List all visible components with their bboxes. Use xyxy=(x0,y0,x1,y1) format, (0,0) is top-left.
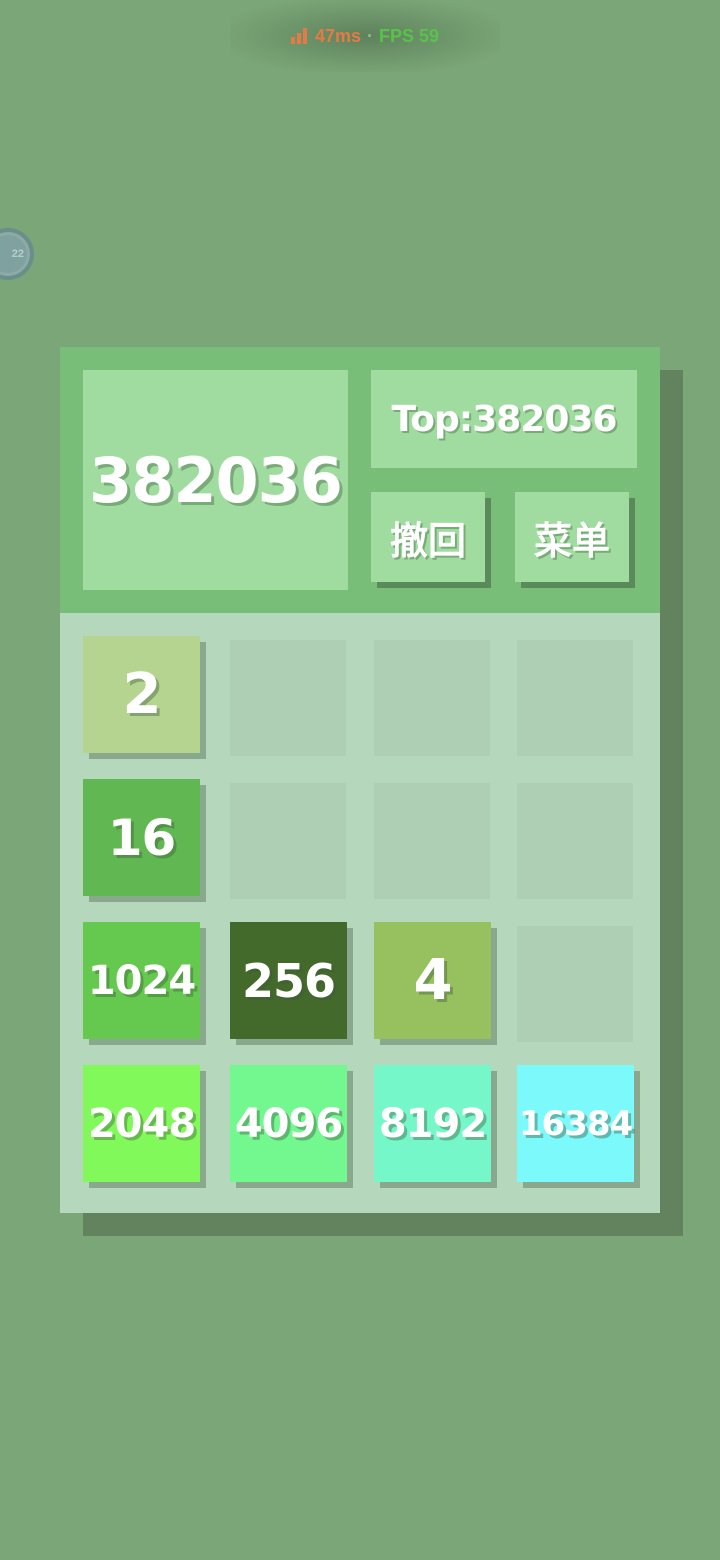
tile-value: 16384 xyxy=(518,1103,633,1144)
performance-overlay: 47ms · FPS 59 xyxy=(230,0,500,72)
menu-button[interactable]: 菜单 xyxy=(515,492,629,582)
empty-cell xyxy=(517,640,633,756)
tile-16: 16 xyxy=(83,779,200,896)
empty-cell xyxy=(374,640,490,756)
tile-value: 8192 xyxy=(378,1100,487,1147)
floating-assistant-bubble[interactable]: 22 xyxy=(0,228,34,280)
tile-value: 1024 xyxy=(87,957,196,1004)
tile-4096: 4096 xyxy=(230,1065,347,1182)
tile-16384: 16384 xyxy=(517,1065,634,1182)
empty-cell xyxy=(230,640,346,756)
empty-cell xyxy=(374,783,490,899)
current-score-box: 382036 xyxy=(83,370,348,590)
separator-text: · xyxy=(367,25,373,46)
tile-1024: 1024 xyxy=(83,922,200,1039)
empty-cell xyxy=(230,783,346,899)
tile-value: 2 xyxy=(122,662,162,727)
current-score: 382036 xyxy=(89,443,343,517)
top-score: Top:382036 xyxy=(391,398,618,440)
tile-value: 4 xyxy=(413,948,453,1013)
tile-2: 2 xyxy=(83,636,200,753)
latency-text: 47ms xyxy=(314,25,361,46)
empty-cell xyxy=(517,926,633,1042)
tile-value: 2048 xyxy=(87,1100,196,1147)
bubble-text: 22 xyxy=(11,248,24,260)
tile-256: 256 xyxy=(230,922,347,1039)
tile-4: 4 xyxy=(374,922,491,1039)
undo-label: 撤回 xyxy=(389,518,466,563)
tile-value: 256 xyxy=(241,953,336,1008)
menu-label: 菜单 xyxy=(533,518,610,563)
empty-cell xyxy=(517,783,633,899)
tile-2048: 2048 xyxy=(83,1065,200,1182)
tile-value: 16 xyxy=(107,808,177,867)
fps-text: FPS 59 xyxy=(379,25,440,46)
game-grid[interactable]: 2 16 1024 256 4 2048 4096 8192 16384 xyxy=(60,613,660,1213)
tile-value: 4096 xyxy=(234,1100,343,1147)
tile-8192: 8192 xyxy=(374,1065,491,1182)
undo-button[interactable]: 撤回 xyxy=(371,492,485,582)
signal-icon xyxy=(290,28,307,44)
top-score-box: Top:382036 xyxy=(371,370,637,468)
